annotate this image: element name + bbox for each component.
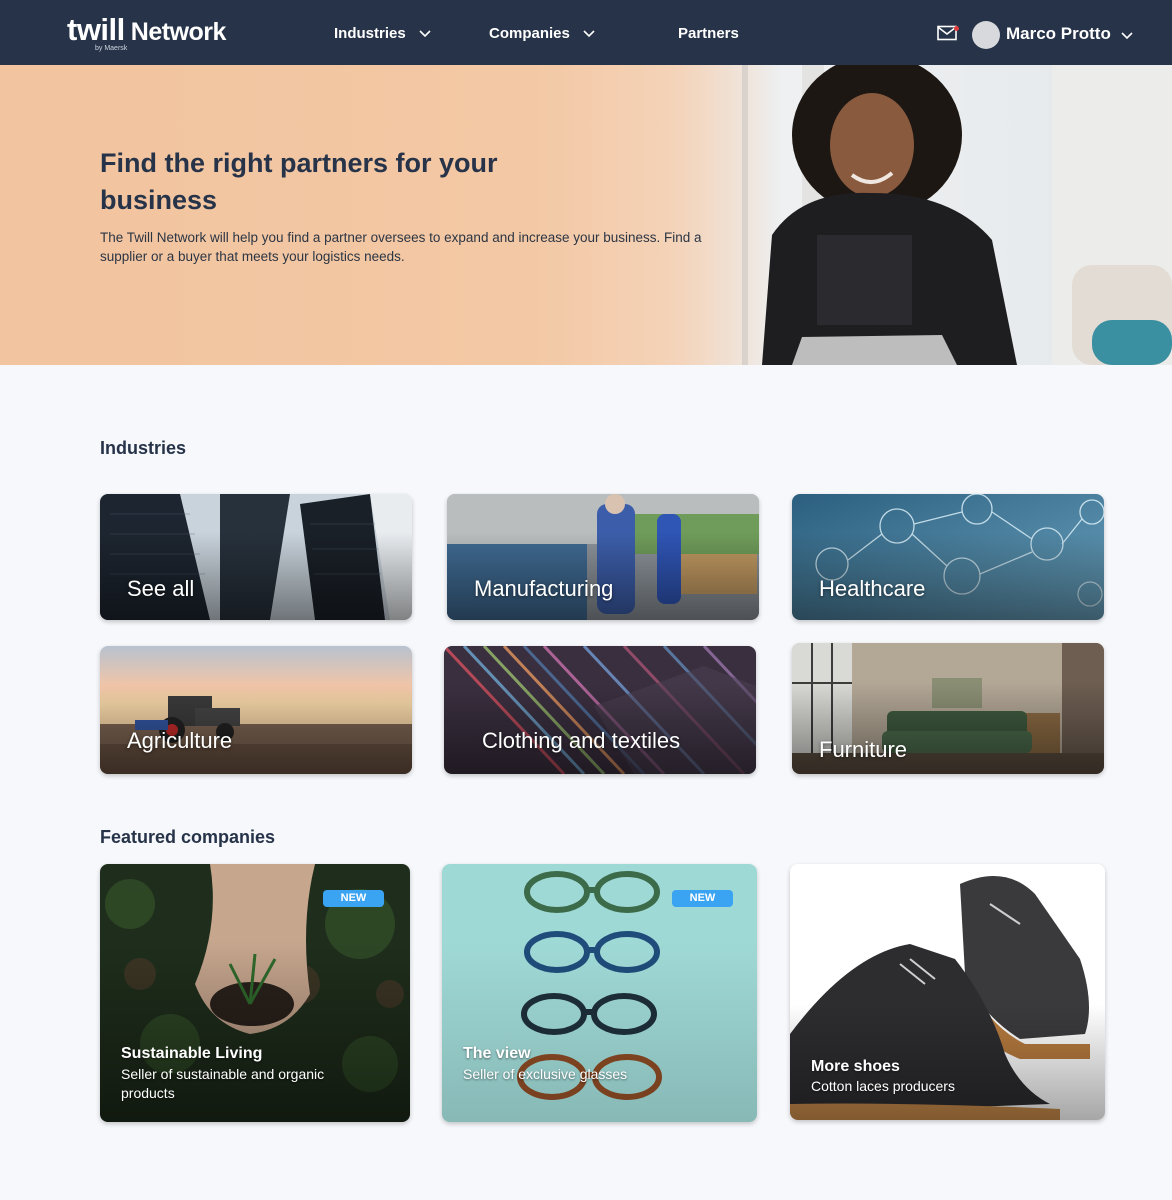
- industries-heading: Industries: [100, 438, 187, 458]
- industry-label: Clothing and textiles: [482, 728, 681, 753]
- new-badge: NEW: [672, 890, 733, 907]
- company-card-more-shoes[interactable]: More shoes Cotton laces producers: [790, 864, 1105, 1120]
- industry-card-healthcare[interactable]: Healthcare: [792, 494, 1104, 620]
- featured-companies-heading: Featured companies: [100, 827, 276, 847]
- logo-word-twill: twill: [67, 12, 125, 47]
- company-name: More shoes: [811, 1058, 900, 1075]
- logo-byline: by Maersk: [95, 45, 128, 52]
- industry-label: Furniture: [819, 737, 908, 762]
- company-description: Cotton laces producers: [811, 1078, 955, 1094]
- chevron-down-icon: [419, 30, 431, 38]
- hero-woman-laptop-image: [652, 65, 1172, 365]
- top-navigation-bar: twill Network by Maersk Industries Compan…: [0, 0, 1172, 65]
- chevron-down-icon: [583, 30, 595, 38]
- industry-label: See all: [127, 576, 195, 601]
- industry-card-manufacturing[interactable]: Manufacturing: [447, 494, 759, 620]
- company-card-the-view[interactable]: NEW The view Seller of exclusive glasses: [442, 864, 757, 1122]
- industry-card-clothing-textiles[interactable]: Clothing and textiles: [444, 646, 756, 774]
- nav-partners-label: Partners: [678, 24, 739, 42]
- industry-card-furniture[interactable]: Furniture: [792, 643, 1104, 774]
- industry-label: Agriculture: [127, 728, 233, 753]
- nav-industries[interactable]: Industries: [334, 22, 432, 44]
- company-description: Seller of exclusive glasses: [463, 1066, 628, 1082]
- industry-card-agriculture[interactable]: Agriculture: [100, 646, 412, 774]
- chevron-down-icon[interactable]: [1120, 28, 1134, 42]
- user-name[interactable]: Marco Protto: [1006, 24, 1111, 44]
- hero-title: Find the right partners for your busines…: [100, 148, 498, 215]
- avatar[interactable]: [972, 21, 1000, 49]
- industry-label: Manufacturing: [474, 576, 614, 601]
- nav-companies-label: Companies: [489, 24, 570, 42]
- hero-banner: Find the right partners for your busines…: [0, 65, 1172, 365]
- new-badge: NEW: [323, 890, 384, 907]
- twill-network-logo[interactable]: twill Network by Maersk: [67, 12, 227, 53]
- card-shade: [442, 941, 757, 1122]
- company-name: The view: [463, 1045, 531, 1062]
- notification-dot: [954, 26, 959, 31]
- industry-label: Healthcare: [819, 576, 926, 601]
- company-description: Seller of sustainable and organic produc…: [121, 1066, 325, 1101]
- industry-card-see-all[interactable]: See all: [100, 494, 412, 620]
- nav-partners[interactable]: Partners: [678, 22, 739, 44]
- logo-word-network: Network: [130, 18, 227, 46]
- company-name: Sustainable Living: [121, 1045, 263, 1062]
- company-card-sustainable-living[interactable]: NEW Sustainable Living Seller of sustain…: [100, 864, 410, 1122]
- nav-industries-label: Industries: [334, 24, 406, 42]
- nav-companies[interactable]: Companies: [489, 22, 596, 44]
- hero-description: The Twill Network will help you find a p…: [100, 230, 702, 264]
